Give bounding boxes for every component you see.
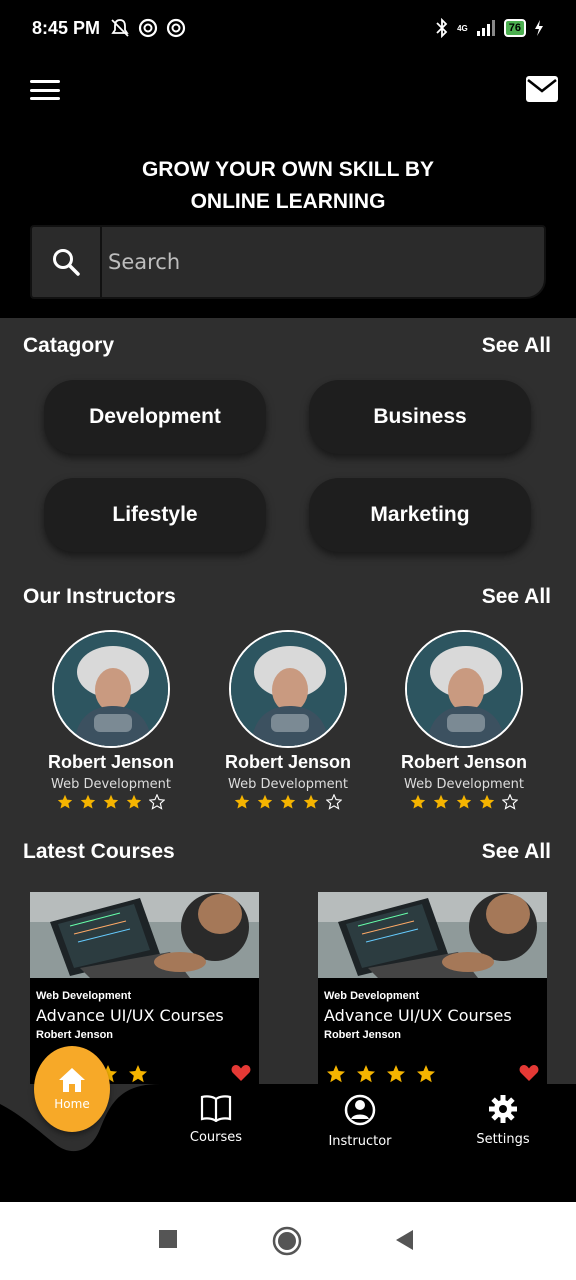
star-filled-icon — [387, 1065, 405, 1083]
headline-line-1: GROW YOUR OWN SKILL BY — [141, 158, 435, 181]
search-icon — [53, 249, 80, 276]
star-filled-icon — [103, 794, 119, 809]
battery-indicator: 76 — [503, 19, 526, 37]
instructors-title: Our Instructors — [23, 585, 176, 608]
star-filled-icon — [357, 1065, 375, 1083]
rating-stars — [23, 794, 199, 810]
category-title: Catagory — [23, 334, 115, 357]
instructor-role: Web Development — [51, 777, 171, 792]
home-icon — [59, 1068, 85, 1092]
book-icon — [200, 1095, 232, 1122]
star-filled-icon — [417, 1065, 435, 1083]
nav-courses-label: Courses — [189, 1130, 243, 1145]
course-title: Advance UI/UX Courses — [324, 1006, 512, 1025]
course-category: Web Development — [324, 990, 420, 1002]
instructor-name: Robert Jenson — [224, 752, 352, 772]
system-navigation-bar — [0, 1202, 576, 1280]
courses-see-all-button[interactable]: See All — [482, 840, 551, 864]
favorite-heart-icon[interactable] — [231, 1064, 251, 1082]
nav-settings[interactable]: Settings — [448, 1090, 558, 1147]
avatar — [405, 630, 523, 748]
category-development-button[interactable]: Development — [44, 380, 266, 454]
category-see-all-button[interactable]: See All — [482, 334, 551, 358]
category-lifestyle-button[interactable]: Lifestyle — [44, 478, 266, 552]
rating-stars — [376, 794, 552, 810]
avatar-image — [54, 632, 168, 746]
star-filled-icon — [456, 794, 472, 809]
avatar — [52, 630, 170, 748]
instructor-card[interactable]: Robert Jenson Web Development — [23, 630, 199, 810]
star-filled-icon — [234, 794, 250, 809]
star-filled-icon — [129, 1065, 147, 1083]
star-empty-icon — [502, 794, 518, 810]
category-marketing-button[interactable]: Marketing — [309, 478, 531, 552]
app-circle-icon — [138, 18, 158, 38]
star-empty-icon — [326, 794, 342, 810]
mail-icon[interactable] — [526, 76, 558, 102]
search-button[interactable] — [32, 227, 102, 297]
rating-stars — [200, 794, 376, 810]
instructor-card[interactable]: Robert Jenson Web Development — [200, 630, 376, 810]
course-card[interactable]: Web Development Advance UI/UX Courses Ro… — [318, 892, 547, 1084]
charging-icon — [535, 20, 543, 36]
courses-title: Latest Courses — [23, 840, 175, 863]
instructor-card[interactable]: Robert Jenson Web Development — [376, 630, 552, 810]
nav-settings-label: Settings — [476, 1132, 530, 1147]
course-image — [318, 892, 547, 978]
instructor-name: Robert Jenson — [47, 752, 175, 772]
star-filled-icon — [479, 794, 495, 809]
search-bar — [30, 225, 546, 299]
course-author: Robert Jenson — [324, 1029, 402, 1041]
hamburger-icon — [30, 80, 60, 83]
status-bar: 8:45 PM 4G 76 — [0, 0, 576, 56]
network-type: 4G — [457, 23, 468, 33]
instructor-role: Web Development — [404, 777, 524, 792]
course-title: Advance UI/UX Courses — [36, 1006, 224, 1025]
star-filled-icon — [57, 794, 73, 809]
rating-stars — [326, 1064, 436, 1084]
instructors-see-all-button[interactable]: See All — [482, 585, 551, 609]
header: GROW YOUR OWN SKILL BY ONLINE LEARNING — [0, 56, 576, 318]
home-circle-icon[interactable] — [272, 1226, 302, 1256]
nav-home-label: Home — [54, 1097, 90, 1111]
recent-apps-icon[interactable] — [158, 1229, 178, 1249]
star-filled-icon — [433, 794, 449, 809]
gear-icon — [489, 1095, 517, 1123]
status-time: 8:45 PM — [32, 17, 101, 38]
back-icon[interactable] — [394, 1229, 414, 1251]
app-circle-icon — [166, 18, 186, 38]
user-circle-icon — [344, 1094, 376, 1126]
star-filled-icon — [80, 794, 96, 809]
avatar-image — [407, 632, 521, 746]
star-empty-icon — [149, 794, 165, 810]
star-filled-icon — [303, 794, 319, 809]
bluetooth-icon — [436, 18, 448, 38]
star-filled-icon — [257, 794, 273, 809]
nav-instructor[interactable]: Instructor — [305, 1090, 415, 1149]
instructor-name: Robert Jenson — [400, 752, 528, 772]
search-input[interactable] — [102, 250, 544, 274]
category-business-button[interactable]: Business — [309, 380, 531, 454]
instructor-role: Web Development — [228, 777, 348, 792]
course-author: Robert Jenson — [36, 1029, 114, 1041]
course-image — [30, 892, 259, 978]
favorite-heart-icon[interactable] — [519, 1064, 539, 1082]
nav-home-button[interactable]: Home — [34, 1046, 110, 1132]
avatar — [229, 630, 347, 748]
star-filled-icon — [410, 794, 426, 809]
star-filled-icon — [280, 794, 296, 809]
notifications-off-icon — [111, 19, 129, 37]
course-category: Web Development — [36, 990, 132, 1002]
signal-icon — [476, 20, 495, 36]
star-filled-icon — [327, 1065, 345, 1083]
nav-instructor-label: Instructor — [328, 1134, 392, 1149]
star-filled-icon — [126, 794, 142, 809]
menu-button[interactable] — [30, 80, 60, 100]
nav-courses[interactable]: Courses — [161, 1090, 271, 1145]
main-content: Catagory See All Development Business Li… — [0, 318, 576, 1084]
headline-line-2: ONLINE LEARNING — [190, 190, 386, 213]
avatar-image — [231, 632, 345, 746]
headline: GROW YOUR OWN SKILL BY ONLINE LEARNING — [0, 154, 576, 218]
